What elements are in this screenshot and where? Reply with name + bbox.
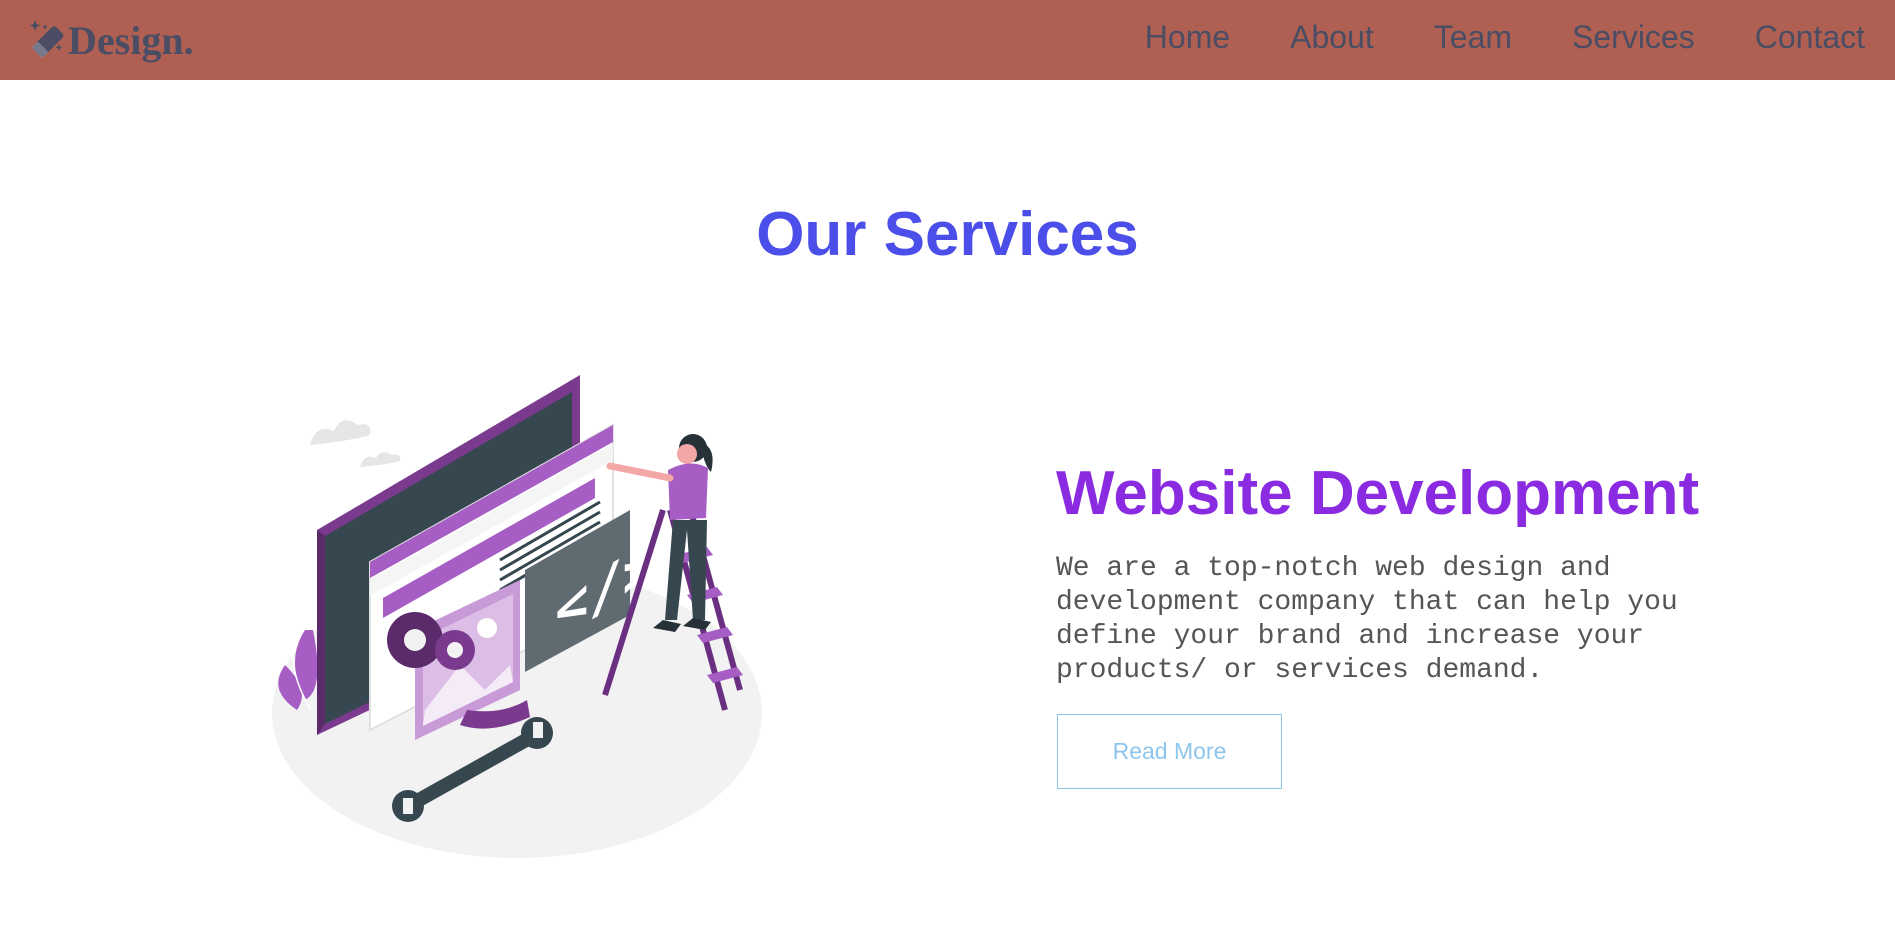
brand-name: Design. (68, 17, 194, 63)
magic-wand-icon (29, 20, 64, 58)
main-nav: Home About Team Services Contact (1085, 18, 1865, 56)
nav-link-home[interactable]: Home (1145, 18, 1230, 56)
web-development-illustration-icon: </> (272, 375, 762, 858)
section-title: Our Services (756, 200, 1139, 269)
nav-link-about[interactable]: About (1290, 18, 1374, 56)
nav-link-team[interactable]: Team (1434, 18, 1512, 56)
service-heading: Website Development (1056, 459, 1700, 528)
brand-logo[interactable]: Design. (26, 14, 194, 66)
nav-link-services[interactable]: Services (1572, 18, 1695, 56)
nav-link-contact[interactable]: Contact (1755, 18, 1865, 56)
service-description: We are a top-notch web design and develo… (1056, 553, 1678, 686)
read-more-button[interactable]: Read More (1057, 714, 1282, 789)
navbar: Design. Home About Team Services Contact (0, 0, 1895, 80)
